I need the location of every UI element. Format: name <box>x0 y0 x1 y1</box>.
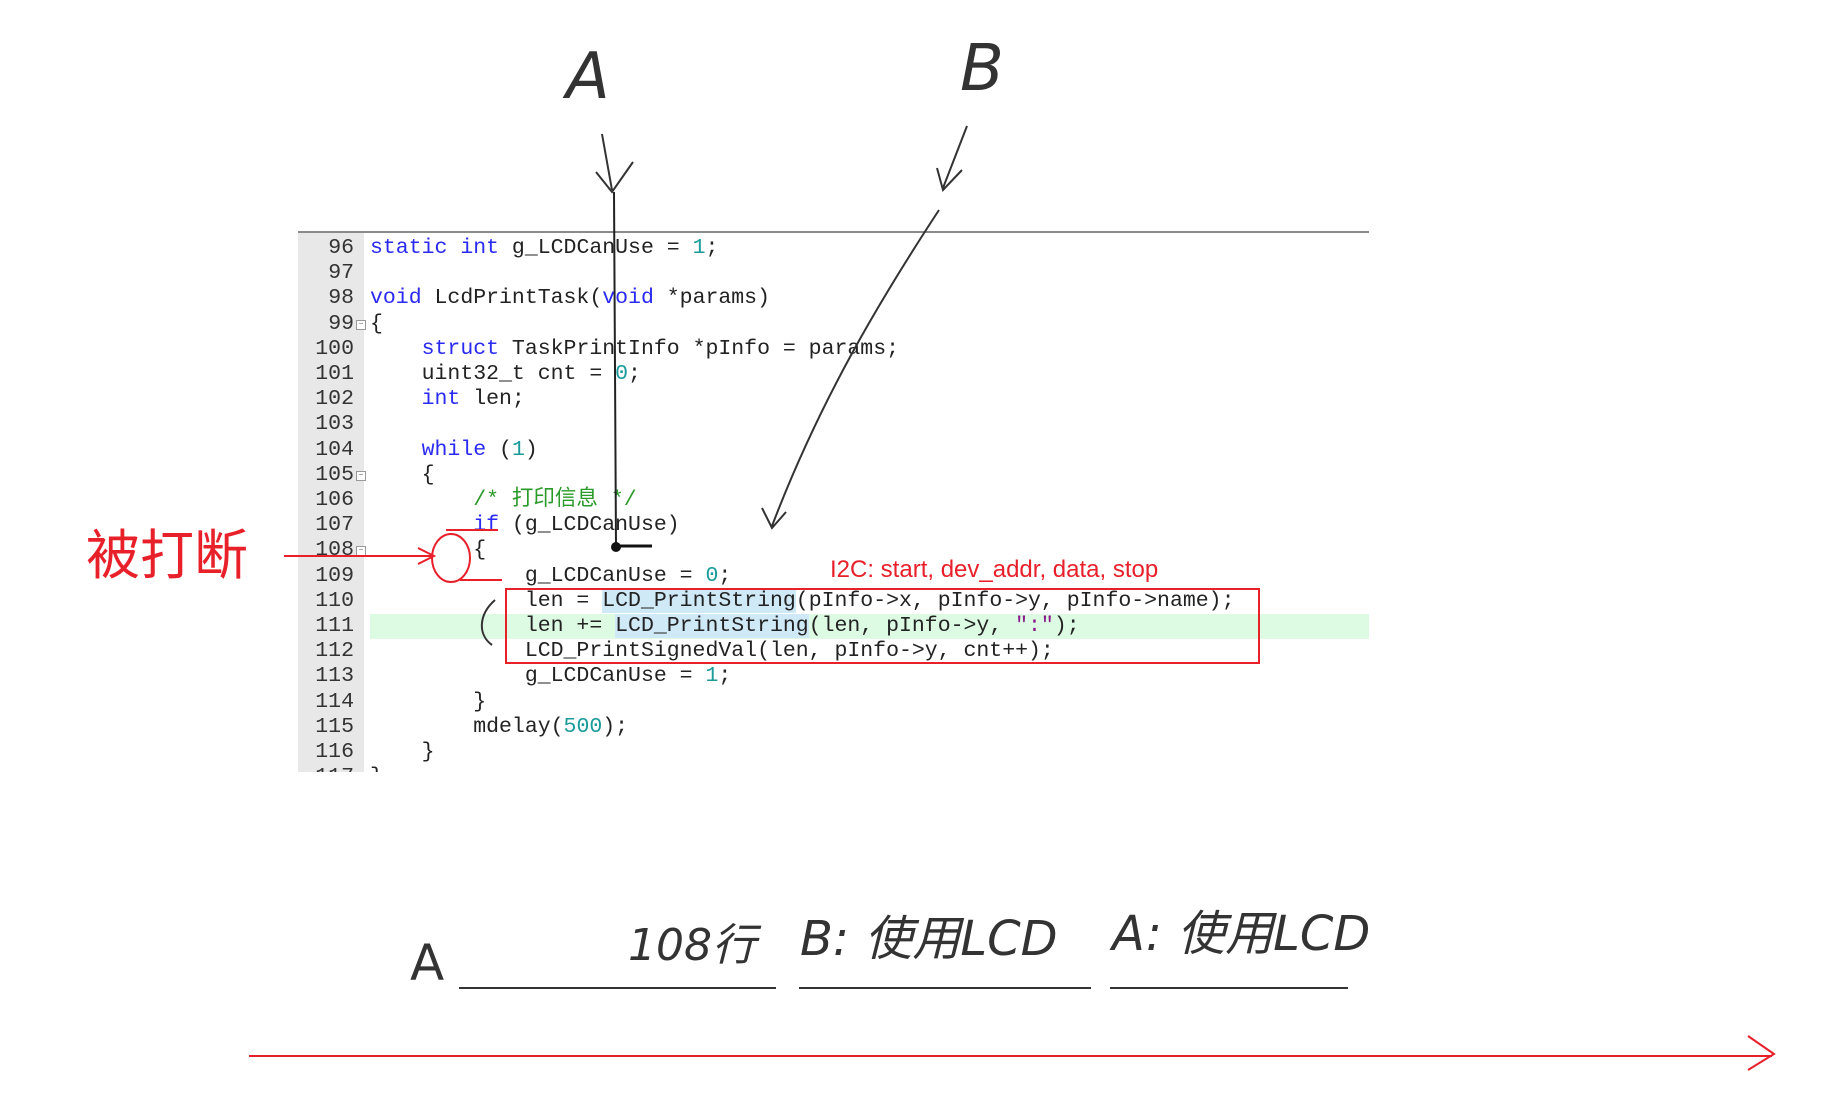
interrupted-label: 被打断 <box>86 524 248 587</box>
handwritten-annotations: A B 被打断 I2C: start, dev_addr, data, stop… <box>86 32 1776 1071</box>
interrupt-circle <box>431 533 471 583</box>
timeline-label-a: A <box>410 934 444 992</box>
arrow-a-icon <box>595 133 634 194</box>
thread-b-arrow <box>761 209 940 530</box>
interrupted-arrow-icon <box>284 547 437 565</box>
critical-section-box <box>505 588 1260 664</box>
i2c-note: I2C: start, dev_addr, data, stop <box>830 556 1158 583</box>
bracket-mark <box>480 599 496 646</box>
time-axis-arrow-icon <box>249 1035 1776 1071</box>
interrupt-marks <box>446 529 502 581</box>
line-108-label: 108行 <box>628 920 762 971</box>
b-uses-lcd-label: B: 使用LCD <box>800 911 1058 967</box>
a-uses-lcd-label: A: 使用LCD <box>1109 906 1370 962</box>
label-b: B <box>960 32 1004 106</box>
label-a: A <box>562 40 610 114</box>
arrow-b-icon <box>936 125 968 192</box>
thread-a-line <box>613 191 617 548</box>
